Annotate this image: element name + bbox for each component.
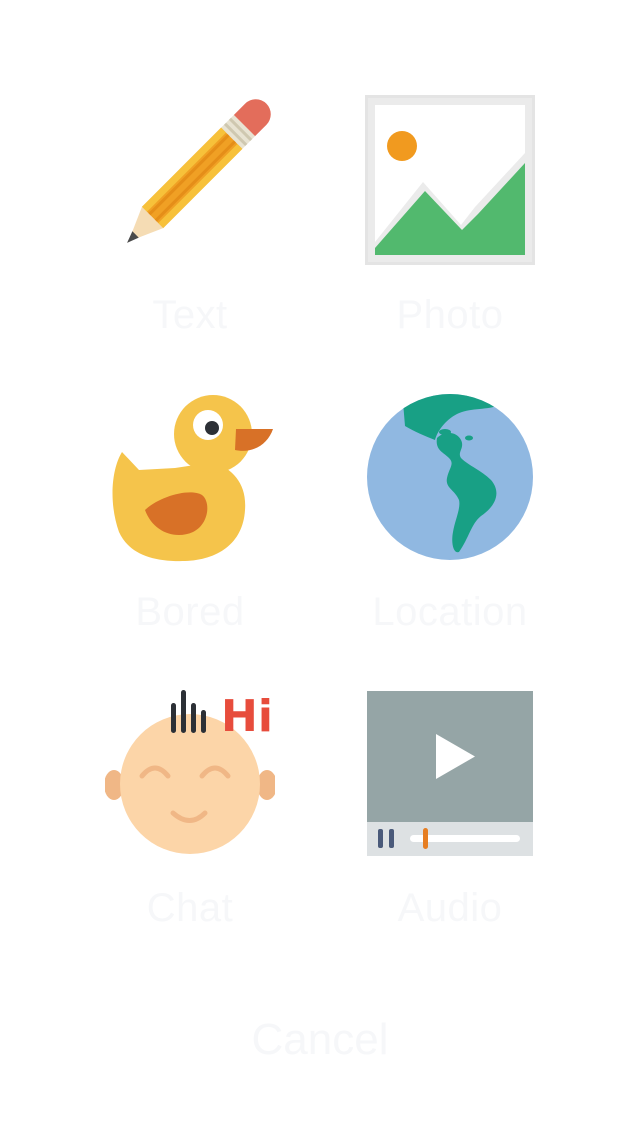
- baby-face-icon: Hi: [105, 690, 275, 854]
- menu-item-label: Text: [152, 293, 228, 337]
- duck-icon: [112, 395, 273, 562]
- menu-item-label: Bored: [135, 590, 245, 634]
- menu-item-audio[interactable]: Audio: [340, 688, 560, 932]
- cancel-button[interactable]: Cancel: [0, 1010, 640, 1070]
- menu-item-label: Photo: [396, 293, 504, 337]
- menu-item-label: Location: [372, 590, 528, 634]
- chat-hi-badge: Hi: [221, 691, 273, 742]
- menu-item-chat[interactable]: Hi Chat: [80, 688, 300, 932]
- video-player-icon: [367, 691, 533, 856]
- globe-icon: [367, 394, 533, 560]
- menu-item-label: Chat: [146, 886, 234, 930]
- photo-icon: [365, 95, 535, 265]
- pencil-icon: [127, 99, 271, 243]
- menu-item-bored[interactable]: Bored: [80, 392, 300, 636]
- pause-icon: [378, 829, 383, 848]
- menu-item-label: Audio: [397, 886, 503, 930]
- progress-handle: [423, 828, 428, 849]
- menu-item-text[interactable]: Text: [80, 95, 300, 339]
- menu-item-photo[interactable]: Photo: [340, 95, 560, 339]
- menu-item-location[interactable]: Location: [340, 392, 560, 636]
